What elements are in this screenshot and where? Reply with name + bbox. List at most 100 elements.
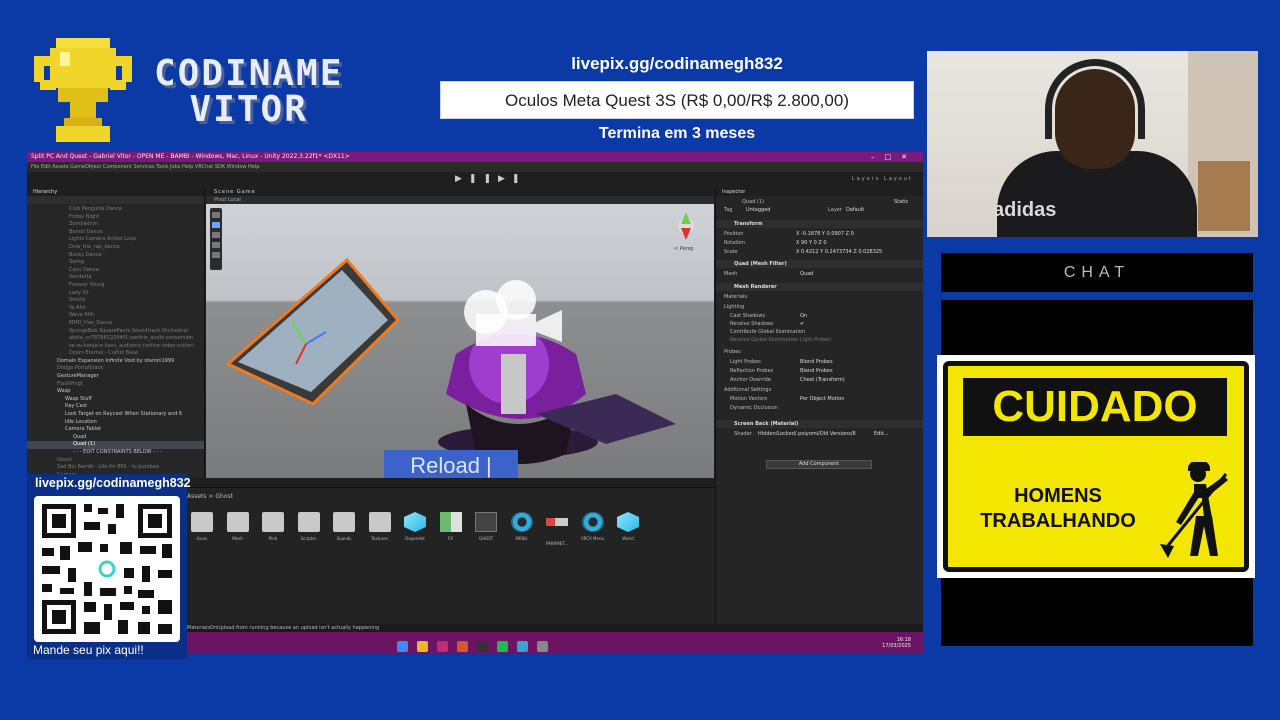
add-component-button[interactable]: Add Component	[766, 460, 872, 469]
hierarchy-item[interactable]: Wasp Stuff	[27, 396, 204, 404]
hierarchy-item[interactable]: Lady Gt	[27, 290, 204, 298]
hierarchy-item[interactable]: Ghost	[27, 457, 204, 465]
light-probes-dropdown[interactable]: Blend Probes	[800, 358, 833, 366]
hierarchy-item[interactable]: Quad	[27, 434, 204, 442]
hierarchy-item[interactable]: Look Target on Raycast When Stationary a…	[27, 411, 204, 419]
dynamic-occlusion-row[interactable]: Dynamic Occlusion	[716, 404, 923, 412]
asset-folder[interactable]: Mesh	[223, 509, 253, 549]
maximize-icon[interactable]: □	[885, 153, 902, 161]
app-icon[interactable]	[457, 641, 468, 652]
scene-toolbar[interactable]: Pivot Local	[206, 196, 714, 204]
scene-tabs[interactable]: Scene Game	[206, 188, 714, 196]
layer-dropdown[interactable]: Default	[846, 206, 864, 214]
breadcrumb[interactable]: Assets > Ghost	[187, 493, 233, 500]
spotify-icon[interactable]	[497, 641, 508, 652]
asset-folder[interactable]: Icons	[187, 509, 217, 549]
pause-icon[interactable]: ❚❚	[469, 174, 498, 184]
editor-menubar[interactable]: File Edit Assets GameObject Component Se…	[27, 162, 923, 172]
asset-disc[interactable]: MENU	[507, 509, 537, 549]
hierarchy-item[interactable]: Camera Tablet	[27, 426, 204, 434]
hierarchy-item[interactable]: Wave Ahh	[27, 312, 204, 320]
receive-gi-dropdown[interactable]: Light Probes	[800, 336, 831, 344]
hierarchy-item[interactable]: MMD_Hoe_Dance	[27, 320, 204, 328]
hierarchy-item[interactable]: Dodge PortalStack	[27, 365, 204, 373]
hierarchy-item[interactable]: Ovie_the_rap_dance	[27, 244, 204, 252]
selected-quad[interactable]	[225, 257, 401, 406]
motion-vectors-dropdown[interactable]: Per Object Motion	[800, 395, 844, 403]
hierarchy-item[interactable]: Lights Camera Action Loop	[27, 236, 204, 244]
asset-fx[interactable]: FX	[436, 509, 466, 549]
position-fields[interactable]: X -0.1878 Y 0.0907 Z 0	[796, 230, 854, 238]
hierarchy-item[interactable]: Bambi Dance	[27, 229, 204, 237]
hierarchy-item[interactable]: Cacu Dance	[27, 267, 204, 275]
hierarchy-item[interactable]: se-zu-kanjo-o-hasu_audiotrix (online-vid…	[27, 343, 204, 351]
receive-shadows-checkbox[interactable]: ✔	[800, 320, 804, 328]
scene-viewport[interactable]: < Persp Reload |	[206, 204, 714, 478]
hierarchy-item[interactable]: Friday Night	[27, 214, 204, 222]
step-icon[interactable]: ▶❚	[498, 174, 526, 184]
asset-cube[interactable]: World	[613, 509, 643, 549]
mesh-renderer-section[interactable]: Mesh Renderer	[716, 283, 923, 291]
additional-settings-foldout[interactable]: Additional Settings	[716, 386, 923, 394]
hierarchy-item[interactable]: Doom Eternal - Cultist Base	[27, 350, 204, 358]
minimize-icon[interactable]: –	[871, 153, 885, 161]
material-section[interactable]: Screen Back (Material)	[716, 420, 923, 428]
asset-ghost[interactable]: GHOST	[471, 509, 501, 549]
hierarchy-item[interactable]: Smolly	[27, 297, 204, 305]
asset-param[interactable]: PARAMET...	[542, 509, 572, 549]
chrome-icon[interactable]	[477, 641, 488, 652]
asset-cube[interactable]: Dependnt	[400, 509, 430, 549]
lighting-foldout[interactable]: Lighting	[716, 303, 923, 311]
asset-folder[interactable]: Scripter	[294, 509, 324, 549]
hierarchy-item[interactable]: Sad Boi Bambi - Life.fm 8PS - tu pumbaa	[27, 464, 204, 472]
hierarchy-item[interactable]: FlashPingt	[27, 381, 204, 389]
shader-edit-button[interactable]: Edit...	[874, 430, 888, 438]
layers-layout-dropdowns[interactable]: Layers Layout	[852, 176, 913, 182]
anchor-override-field[interactable]: Chest (Transform)	[800, 376, 845, 384]
hierarchy-item[interactable]: abbla_cc7876672294f3 cooltrix_audio conv…	[27, 335, 204, 343]
orientation-gizmo[interactable]	[678, 212, 694, 240]
tag-dropdown[interactable]: Untagged	[746, 206, 770, 214]
play-icon[interactable]: ▶	[455, 174, 469, 184]
probes-foldout[interactable]: Probes	[716, 348, 923, 356]
asset-disc[interactable]: VRCX Menu	[578, 509, 608, 549]
hierarchy-item[interactable]: Wasp	[27, 388, 204, 396]
hierarchy-search[interactable]	[27, 196, 204, 204]
object-name[interactable]: Quad (1)	[724, 199, 764, 205]
materials-foldout[interactable]: Materials	[716, 293, 923, 301]
app-icon[interactable]	[437, 641, 448, 652]
persp-label[interactable]: < Persp	[674, 246, 694, 252]
hierarchy-item[interactable]: - - - EDIT CONSTRAINTS BELOW - - -	[27, 449, 204, 457]
tool-palette[interactable]	[210, 208, 222, 270]
asset-folder[interactable]: Textures	[365, 509, 395, 549]
static-toggle[interactable]: Static	[894, 198, 908, 206]
reflection-probes-dropdown[interactable]: Blend Probes	[800, 367, 833, 375]
close-icon[interactable]: ✕	[901, 153, 917, 161]
mesh-field[interactable]: Quad	[800, 270, 813, 278]
hierarchy-item[interactable]: SpongeBob SquarePants Soundtrack Orchest…	[27, 328, 204, 336]
hierarchy-item[interactable]: GestureManager	[27, 373, 204, 381]
app-icon[interactable]	[517, 641, 528, 652]
hierarchy-item[interactable]: Idle Location	[27, 419, 204, 427]
scale-fields[interactable]: X 0.4212 Y 0.2473734 Z 0.028325	[796, 248, 882, 256]
hierarchy-item[interactable]: Forever Young	[27, 282, 204, 290]
hierarchy-item[interactable]: Swing	[27, 259, 204, 267]
hierarchy-item[interactable]: Vendetta	[27, 274, 204, 282]
shader-dropdown[interactable]: Hidden/Locked/.poiyomi/Old Versions/8	[758, 430, 856, 438]
hierarchy-item[interactable]: Bucky Dance	[27, 252, 204, 260]
asset-folder[interactable]: Sounds	[329, 509, 359, 549]
transform-section[interactable]: Transform	[716, 220, 923, 228]
windows-start-icon[interactable]	[397, 641, 408, 652]
asset-folder[interactable]: Pink	[258, 509, 288, 549]
mesh-filter-section[interactable]: Quad (Mesh Filter)	[716, 260, 923, 268]
contribute-gi-row[interactable]: Contribute Global Illumination	[716, 328, 923, 336]
cast-shadows-dropdown[interactable]: On	[800, 312, 807, 320]
hierarchy-item[interactable]: Domain Expansion Infinite Void by starlo…	[27, 358, 204, 366]
hierarchy-item[interactable]: Zombietron	[27, 221, 204, 229]
hierarchy-item[interactable]: Ya Ahh	[27, 305, 204, 313]
hierarchy-item[interactable]: Club Penguins Dance	[27, 206, 204, 214]
system-tray[interactable]: 16:18 17/03/2025	[882, 637, 911, 649]
hierarchy-item[interactable]: Ray Cast	[27, 403, 204, 411]
hierarchy-item-selected[interactable]: Quad (1)	[27, 441, 204, 449]
file-explorer-icon[interactable]	[417, 641, 428, 652]
